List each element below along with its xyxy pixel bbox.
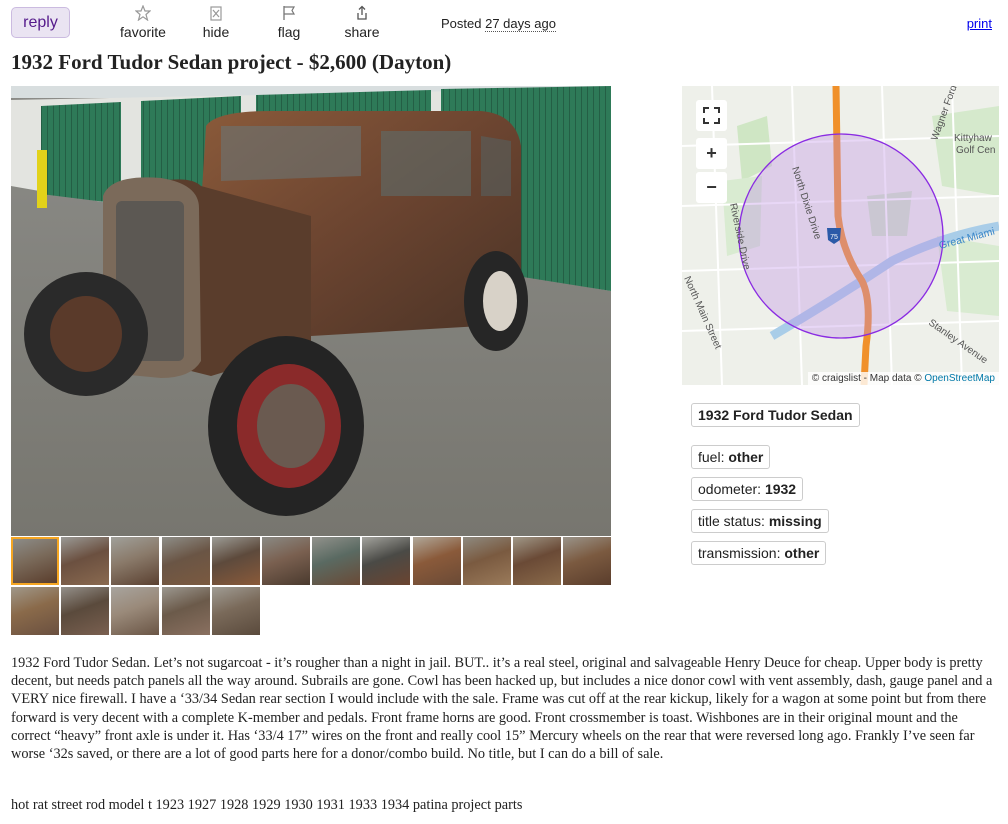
attr-model: 1932 Ford Tudor Sedan: [691, 403, 860, 427]
map-credit-text: © craigslist - Map data ©: [811, 373, 922, 384]
thumbnail[interactable]: [312, 537, 361, 585]
hide-label: hide: [202, 24, 230, 40]
attr-fuel-value: other: [728, 449, 764, 465]
attr-title-status-value: missing: [768, 513, 822, 529]
reply-button[interactable]: reply: [11, 7, 70, 38]
thumbnail[interactable]: [61, 587, 110, 635]
listing-description: 1932 Ford Tudor Sedan. Let’s not sugarco…: [11, 655, 993, 763]
thumbnail[interactable]: [513, 537, 561, 585]
thumbnail[interactable]: [362, 537, 411, 585]
thumbnail[interactable]: [111, 537, 160, 585]
interstate-label: 75: [830, 234, 838, 241]
attr-odometer-value: 1932: [764, 481, 797, 497]
golf-label-line2: Golf Cen: [956, 145, 995, 156]
zoom-out-button[interactable]: −: [696, 172, 727, 203]
attr-transmission-value: other: [784, 545, 820, 561]
thumbnail[interactable]: [211, 587, 260, 635]
golf-label-line1: Kittyhaw: [954, 133, 993, 144]
attr-fuel: fuel: other: [691, 445, 771, 469]
thumbnail[interactable]: [161, 537, 210, 585]
flag-icon: [283, 6, 296, 20]
thumbnail[interactable]: [11, 537, 59, 585]
attr-fuel-label: fuel:: [698, 449, 725, 465]
posted-label: Posted: [441, 16, 482, 31]
flag-label: flag: [277, 24, 301, 40]
thumbnail[interactable]: [262, 537, 310, 585]
attr-odometer-label: odometer:: [698, 481, 762, 497]
thumbnail[interactable]: [111, 587, 160, 635]
attr-title-status: title status: missing: [691, 509, 829, 533]
attr-transmission-label: transmission:: [698, 545, 781, 561]
main-photo[interactable]: [11, 86, 611, 536]
favorite-button[interactable]: favorite: [108, 5, 178, 40]
car-photo-image: [11, 86, 611, 536]
listing-title: 1932 Ford Tudor Sedan project - $2,600 (…: [11, 50, 452, 74]
print-link[interactable]: print: [967, 16, 992, 31]
attr-title-status-label: title status:: [698, 513, 765, 529]
map-credit: © craigslist - Map data © OpenStreetMap: [807, 372, 999, 385]
share-button[interactable]: share: [327, 5, 397, 40]
listing-tags: hot rat street rod model t 1923 1927 192…: [11, 797, 523, 813]
thumbnail[interactable]: [211, 537, 260, 585]
thumbnail[interactable]: [161, 587, 210, 635]
fullscreen-icon: [703, 107, 720, 124]
location-map[interactable]: 75 Kittyhaw Golf Cen Wagner Ford North D…: [682, 86, 999, 385]
posted-ago: 27 days ago: [485, 16, 556, 32]
fullscreen-button[interactable]: [696, 100, 727, 131]
posted-date: Posted 27 days ago: [441, 16, 556, 32]
share-icon: [357, 5, 367, 20]
hide-button[interactable]: hide: [181, 5, 251, 40]
thumbnail[interactable]: [61, 537, 110, 585]
attr-transmission: transmission: other: [691, 541, 827, 565]
map-canvas: 75 Kittyhaw Golf Cen Wagner Ford North D…: [682, 86, 999, 385]
trash-icon: [210, 6, 222, 21]
zoom-in-button[interactable]: +: [696, 138, 727, 169]
favorite-label: favorite: [120, 24, 166, 40]
star-icon: [135, 5, 151, 21]
thumbnail[interactable]: [11, 587, 59, 635]
attr-odometer: odometer: 1932: [691, 477, 804, 501]
thumbnail[interactable]: [563, 537, 612, 585]
share-label: share: [344, 24, 380, 40]
thumbnail[interactable]: [462, 537, 511, 585]
thumbnail[interactable]: [412, 537, 461, 585]
flag-button[interactable]: flag: [254, 5, 324, 40]
openstreetmap-link[interactable]: OpenStreetMap: [924, 373, 995, 384]
